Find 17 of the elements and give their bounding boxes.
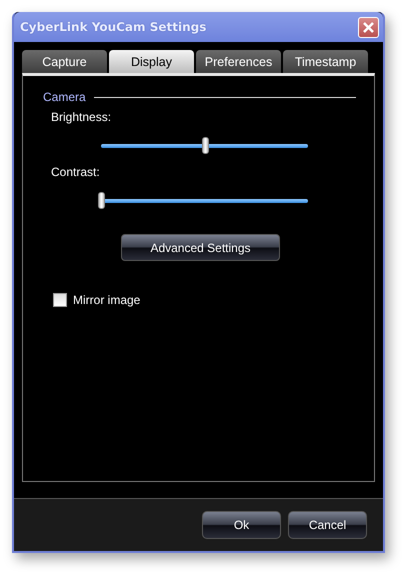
tab[interactable]: Preferences: [196, 50, 281, 73]
cancel-button[interactable]: Cancel: [288, 511, 367, 539]
slider-thumb[interactable]: [202, 136, 208, 154]
checkbox[interactable]: [53, 293, 67, 307]
advanced-settings-button[interactable]: Advanced Settings: [121, 234, 280, 261]
ok-button[interactable]: Ok: [202, 511, 281, 539]
window-title: CyberLink YouCam Settings: [20, 20, 206, 34]
close-button[interactable]: [358, 16, 379, 38]
tab[interactable]: Capture: [22, 50, 107, 73]
close-icon: [362, 20, 375, 34]
slider-thumb[interactable]: [98, 192, 105, 208]
checkbox-label: Mirror image: [73, 293, 140, 307]
slider-label: Brightness:: [51, 110, 112, 124]
slider-label: Contrast:: [51, 165, 101, 179]
group-title: Camera: [43, 90, 86, 104]
tab[interactable]: Display: [109, 50, 194, 73]
tab[interactable]: Timestamp: [283, 50, 368, 73]
